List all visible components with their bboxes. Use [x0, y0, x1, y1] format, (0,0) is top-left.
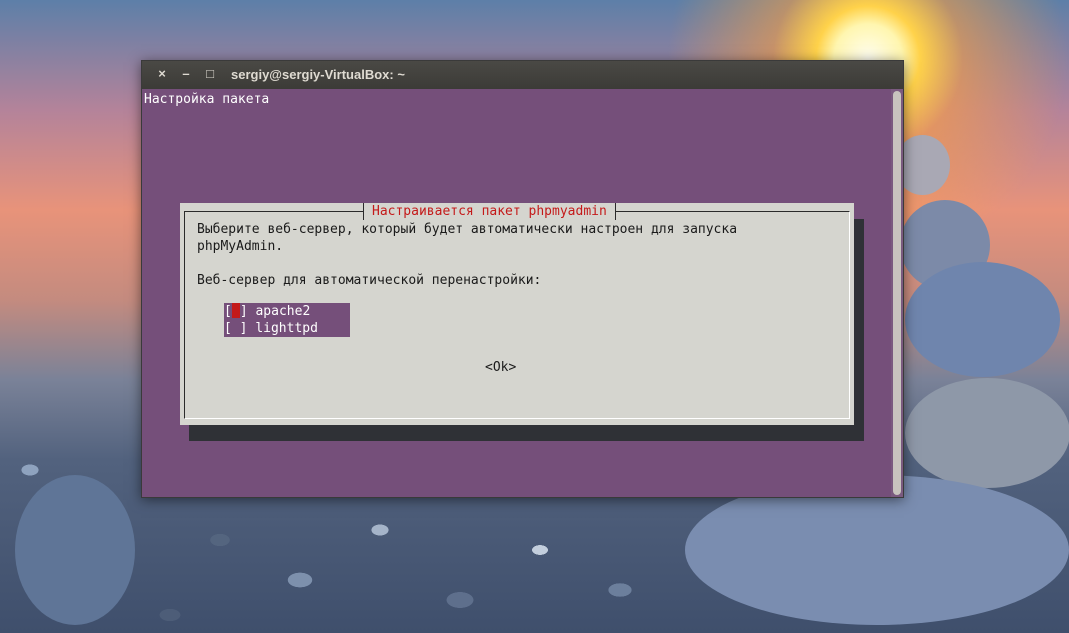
description-line-1: Выберите веб-сервер, который будет автом… [197, 222, 738, 237]
ok-button[interactable]: <Ok> [485, 360, 516, 375]
close-icon[interactable]: × [154, 66, 170, 82]
description-line-2: phpMyAdmin. [197, 239, 284, 254]
scrollbar-thumb[interactable] [893, 91, 901, 495]
option-label: lighttpd [255, 321, 318, 336]
window-titlebar[interactable]: × – □ sergiy@sergiy-VirtualBox: ~ [142, 61, 903, 89]
terminal-header-text: Настройка пакета [144, 92, 270, 107]
terminal-screen[interactable]: Настройка пакета Настраивается пакет php… [142, 89, 892, 497]
option-apache2[interactable]: [] apache2 [224, 303, 350, 320]
debconf-dialog: Настраивается пакет phpmyadmin Выберите … [180, 203, 854, 425]
terminal-scrollbar[interactable] [891, 89, 903, 497]
wallpaper-stone [905, 378, 1069, 488]
wallpaper-stone [905, 262, 1060, 377]
dialog-description: Выберите веб-сервер, который будет автом… [197, 221, 837, 289]
option-lighttpd[interactable]: [ ] lighttpd [224, 320, 350, 337]
webserver-option-list: [] apache2 [ ] lighttpd [224, 303, 350, 337]
checkbox-icon[interactable]: [] [224, 303, 248, 319]
terminal-window[interactable]: × – □ sergiy@sergiy-VirtualBox: ~ Настро… [141, 60, 904, 498]
minimize-icon[interactable]: – [178, 66, 194, 82]
wallpaper-stone [15, 475, 135, 625]
checkbox-icon[interactable]: [ ] [224, 321, 247, 336]
window-title: sergiy@sergiy-VirtualBox: ~ [231, 67, 405, 82]
cursor-icon [231, 303, 240, 318]
option-label: apache2 [255, 304, 311, 319]
dialog-prompt: Веб-сервер для автоматической перенастро… [197, 273, 542, 288]
dialog-title: Настраивается пакет phpmyadmin [363, 203, 616, 220]
maximize-icon[interactable]: □ [202, 66, 218, 82]
